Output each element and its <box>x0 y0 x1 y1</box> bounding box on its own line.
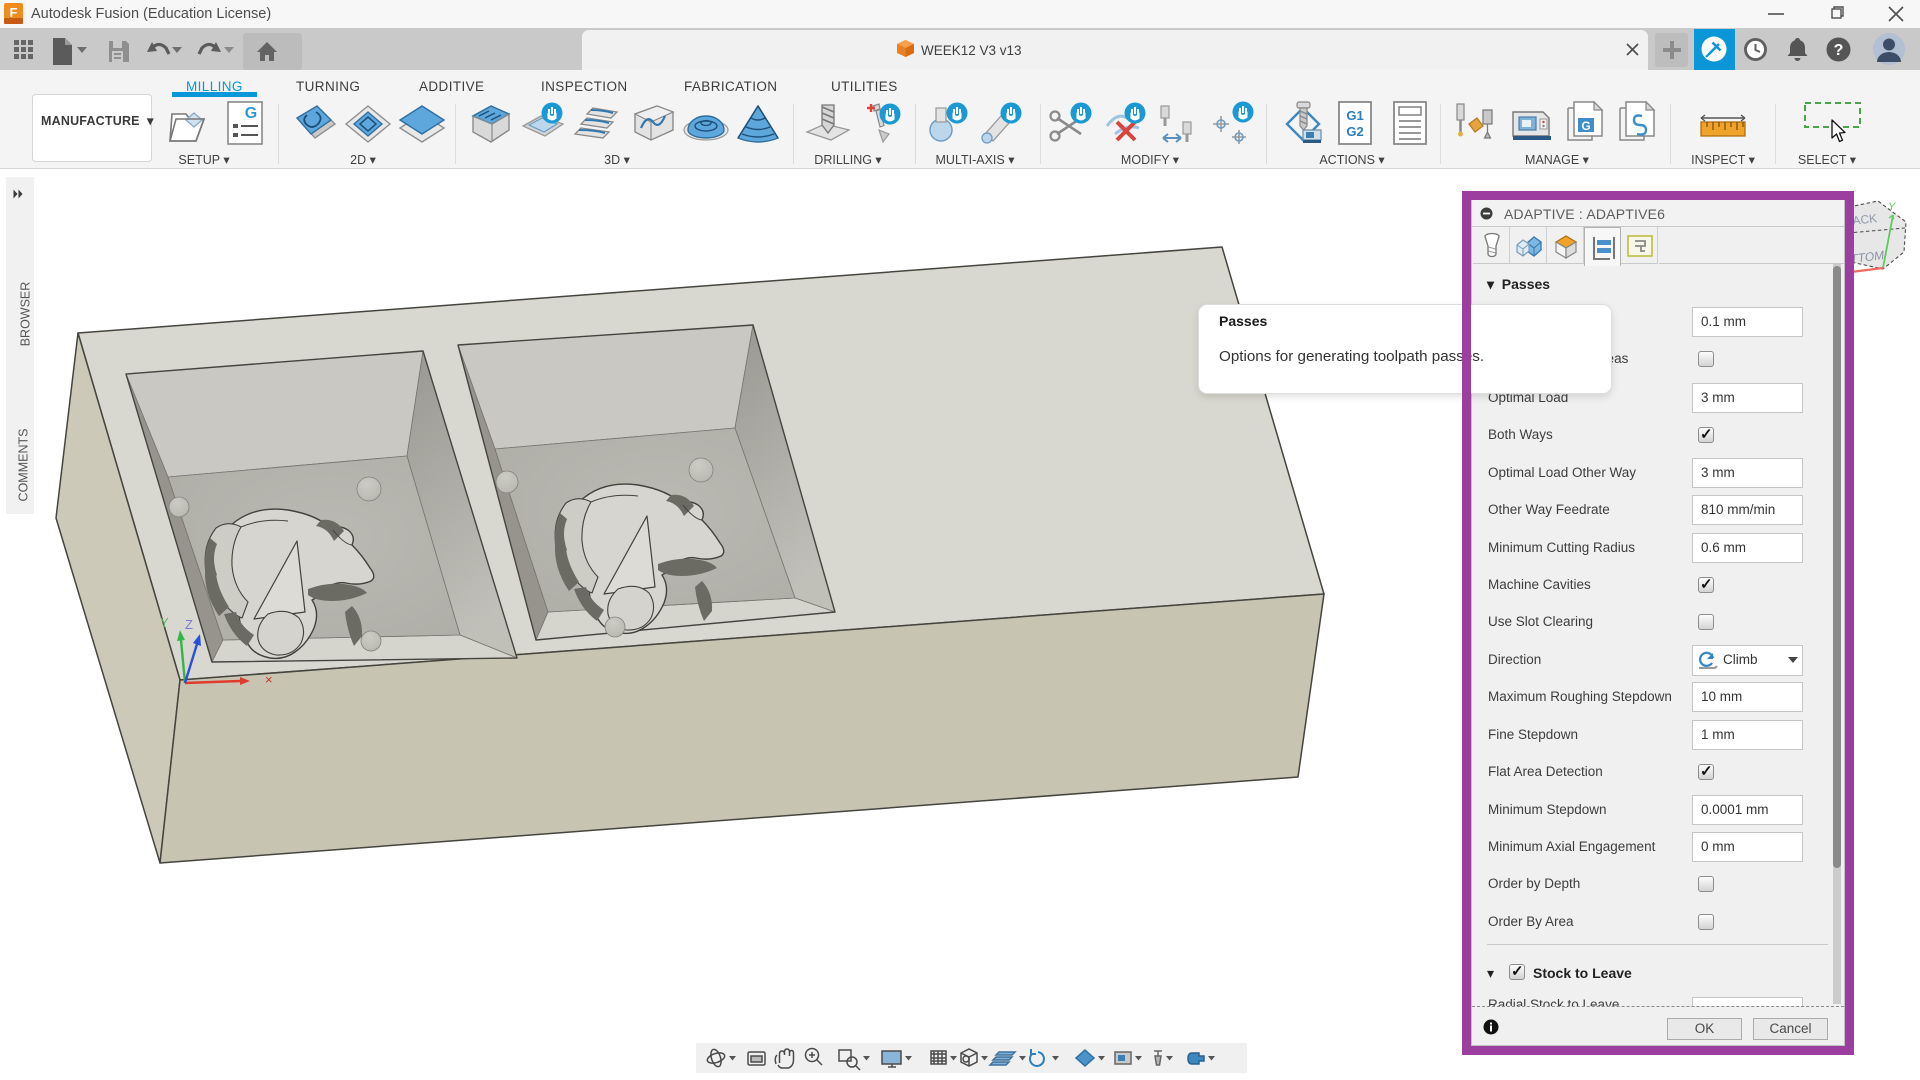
svg-text:?: ? <box>1834 42 1844 59</box>
svg-text:×: × <box>265 672 273 687</box>
svg-text:G2: G2 <box>1346 124 1363 139</box>
svg-text:G: G <box>245 105 257 122</box>
svg-text:G: G <box>1581 119 1590 133</box>
svg-text:Y: Y <box>1888 201 1896 213</box>
svg-text:Z: Z <box>185 617 193 632</box>
svg-text:Y: Y <box>160 615 169 630</box>
svg-text:F: F <box>10 5 18 20</box>
svg-text:G1: G1 <box>1346 108 1363 123</box>
svg-text:ACK: ACK <box>1852 211 1878 228</box>
